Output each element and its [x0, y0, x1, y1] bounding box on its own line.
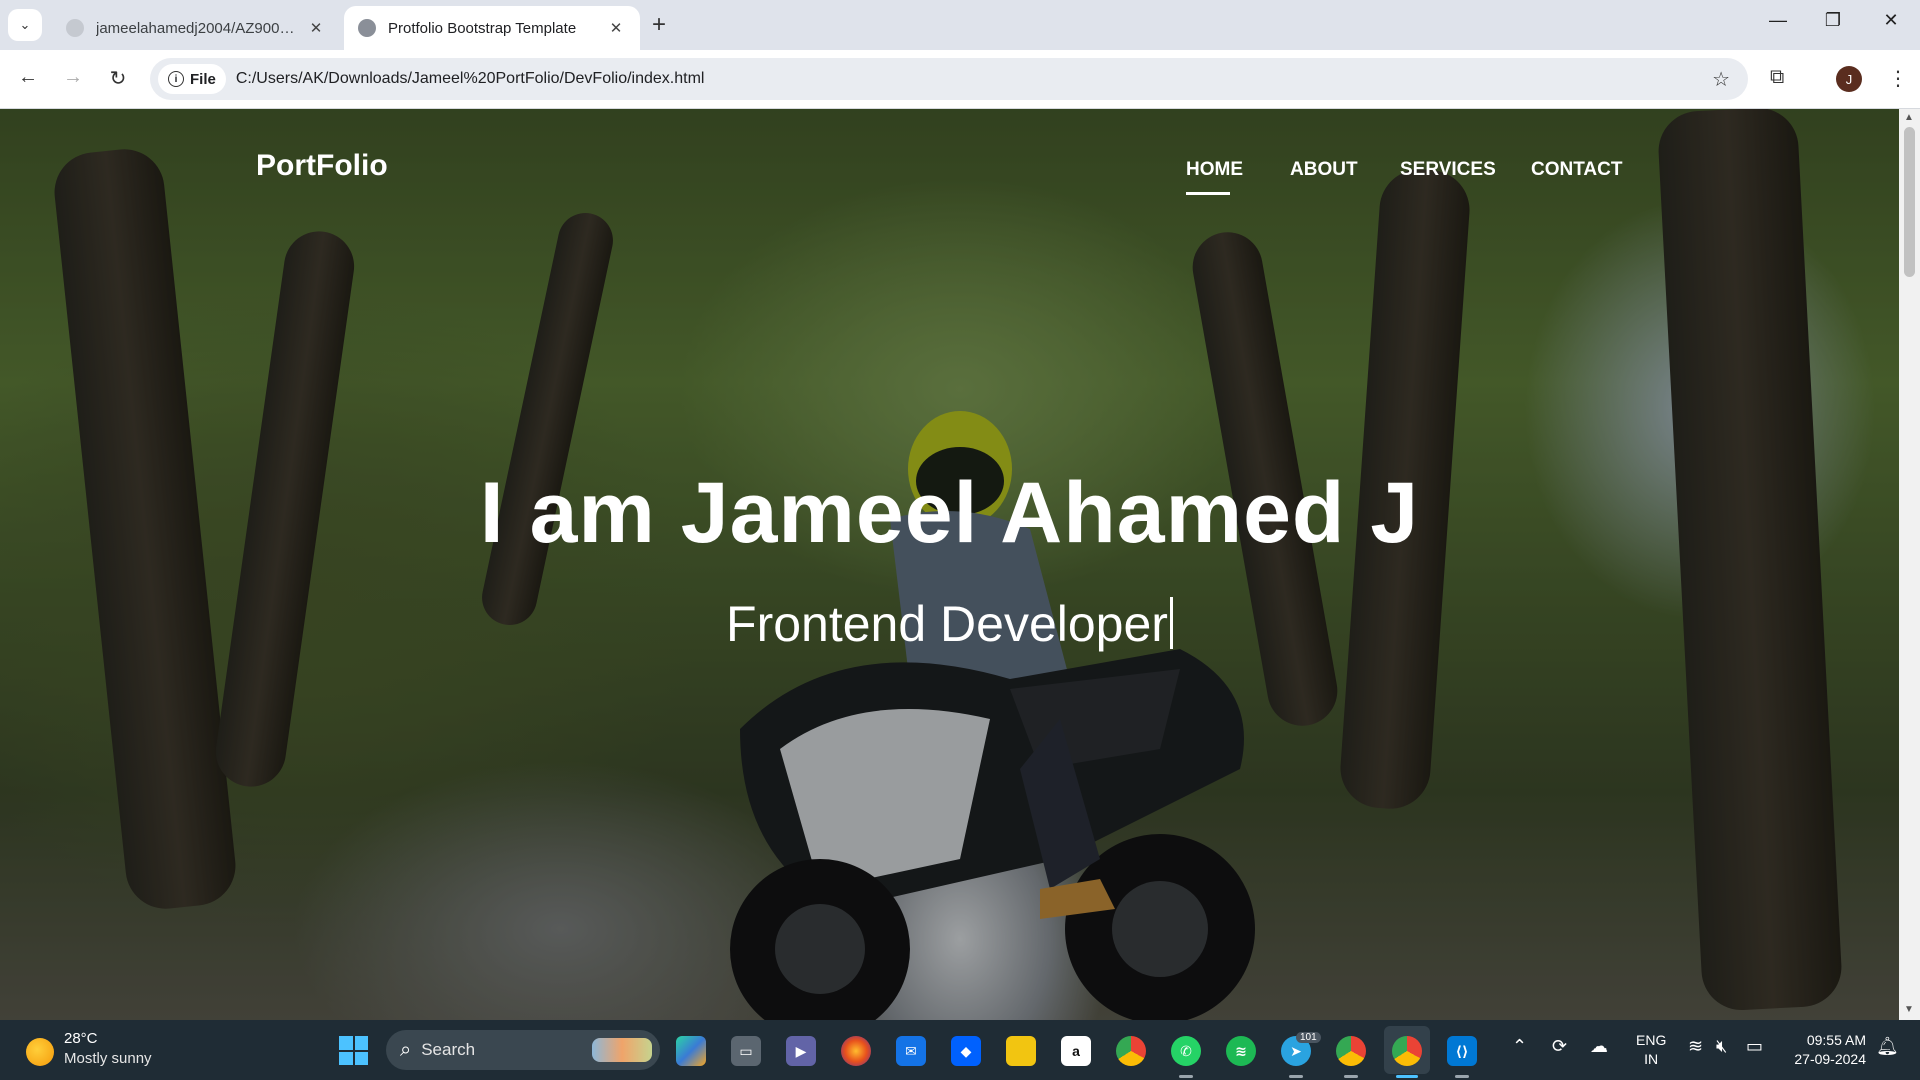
firefox-icon[interactable] [841, 1036, 871, 1066]
battery-icon[interactable]: ▭ [1746, 1036, 1763, 1057]
close-icon[interactable]: ✕ [606, 19, 626, 37]
browser-tab-bar: ⌄ jameelahamedj2004/AZ900Fundamentals ✕ … [0, 0, 1920, 50]
vscode-icon[interactable]: ⟨⟩ [1447, 1036, 1477, 1066]
tray-chevron-up-icon[interactable]: ⌃ [1512, 1036, 1527, 1057]
tab-search-button[interactable]: ⌄ [8, 9, 42, 41]
sync-icon[interactable]: ⟳ [1552, 1036, 1567, 1057]
weather-temperature[interactable]: 28°C [64, 1030, 98, 1047]
close-icon[interactable]: ✕ [306, 19, 326, 37]
hero-subtitle-text: Frontend Developer [726, 596, 1168, 652]
search-icon: ⌕ [400, 1038, 412, 1061]
search-highlight-image [592, 1038, 652, 1062]
notification-bell-icon[interactable]: 🔔︎ [1876, 1036, 1899, 1057]
profile-avatar[interactable]: J [1836, 66, 1862, 92]
task-view-icon[interactable]: ▭ [731, 1036, 761, 1066]
nav-active-underline [1186, 192, 1230, 195]
region-code: IN [1644, 1051, 1659, 1067]
github-favicon-icon [66, 19, 84, 37]
forward-arrow-icon[interactable]: → [58, 66, 88, 89]
site-info-chip[interactable]: i File [158, 64, 226, 94]
telegram-unread-badge: 101 [1296, 1032, 1321, 1043]
site-brand-logo[interactable]: PortFolio [256, 149, 388, 183]
volume-muted-icon[interactable]: 🔇︎ [1716, 1036, 1727, 1057]
mail-icon[interactable]: ✉ [896, 1036, 926, 1066]
scroll-down-arrow-icon[interactable]: ▼ [1904, 1004, 1914, 1015]
tab-portfolio[interactable]: Protfolio Bootstrap Template ✕ [344, 6, 640, 50]
amazon-icon[interactable]: a [1061, 1036, 1091, 1066]
tab-github[interactable]: jameelahamedj2004/AZ900Fundamentals ✕ [52, 6, 340, 50]
globe-favicon-icon [358, 19, 376, 37]
back-arrow-icon[interactable]: ← [13, 66, 43, 89]
file-chip-label: File [190, 70, 216, 88]
chrome-active-icon[interactable] [1392, 1036, 1422, 1066]
language-code: ENG [1636, 1032, 1667, 1048]
extensions-icon[interactable]: ⧉ [1770, 66, 1784, 89]
system-clock[interactable]: 09:55 AM 27-09-2024 [1786, 1031, 1866, 1069]
reload-icon[interactable]: ↻ [103, 66, 133, 91]
menu-kebab-icon[interactable]: ⋮ [1888, 66, 1908, 91]
clock-time: 09:55 AM [1806, 1032, 1866, 1048]
search-label: Search [421, 1040, 476, 1059]
info-icon: i [168, 71, 184, 87]
chrome-profile-icon[interactable] [1336, 1036, 1366, 1066]
restore-icon[interactable]: ❐ [1813, 10, 1853, 31]
nav-contact[interactable]: CONTACT [1531, 159, 1622, 181]
wifi-icon[interactable]: ≋ [1688, 1036, 1703, 1057]
new-tab-button[interactable]: + [652, 12, 666, 38]
clock-date: 27-09-2024 [1794, 1051, 1866, 1067]
hero-subtitle: Frontend Developer [0, 595, 1899, 653]
address-bar[interactable]: i File C:/Users/AK/Downloads/Jameel%20Po… [150, 58, 1748, 100]
window-close-icon[interactable]: ✕ [1871, 10, 1911, 31]
chevron-down-icon: ⌄ [19, 17, 31, 32]
nav-home[interactable]: HOME [1186, 159, 1243, 181]
nav-about[interactable]: ABOUT [1290, 159, 1358, 181]
chrome-icon[interactable] [1116, 1036, 1146, 1066]
taskbar-search[interactable]: ⌕ Search [386, 1030, 660, 1070]
tab-title: jameelahamedj2004/AZ900Fundamentals [96, 19, 298, 37]
hero-title: I am Jameel Ahamed J [479, 465, 1420, 561]
tab-title: Protfolio Bootstrap Template [388, 19, 577, 37]
typing-caret [1169, 597, 1173, 649]
language-indicator[interactable]: ENG IN [1636, 1031, 1666, 1069]
scrollbar-thumb[interactable] [1904, 127, 1915, 277]
browser-toolbar: ← → ↻ i File C:/Users/AK/Downloads/Jamee… [0, 50, 1920, 109]
page-scrollbar[interactable]: ▲ ▼ [1899, 109, 1920, 1020]
weather-description[interactable]: Mostly sunny [64, 1050, 152, 1067]
teams-icon[interactable]: ▶ [786, 1036, 816, 1066]
nav-services[interactable]: SERVICES [1400, 159, 1496, 181]
spotify-icon[interactable]: ≋ [1226, 1036, 1256, 1066]
copilot-icon[interactable] [676, 1036, 706, 1066]
onedrive-icon[interactable]: ☁ [1590, 1036, 1608, 1057]
weather-sun-icon[interactable] [26, 1038, 54, 1066]
minimize-icon[interactable]: — [1758, 10, 1798, 31]
file-explorer-icon[interactable] [1006, 1036, 1036, 1066]
whatsapp-icon[interactable]: ✆ [1171, 1036, 1201, 1066]
windows-taskbar: 28°C Mostly sunny ⌕ Search ▭ ▶ ✉ ◆ a ✆ ≋… [0, 1020, 1920, 1080]
dropbox-icon[interactable]: ◆ [951, 1036, 981, 1066]
page-viewport: PortFolio HOME ABOUT SERVICES CONTACT I … [0, 109, 1920, 1020]
bookmark-star-icon[interactable]: ☆ [1712, 67, 1730, 92]
scroll-up-arrow-icon[interactable]: ▲ [1904, 112, 1914, 123]
hero-dark-overlay [0, 109, 1899, 1020]
windows-start-icon[interactable] [339, 1036, 368, 1065]
url-text[interactable]: C:/Users/AK/Downloads/Jameel%20PortFolio… [236, 70, 705, 88]
